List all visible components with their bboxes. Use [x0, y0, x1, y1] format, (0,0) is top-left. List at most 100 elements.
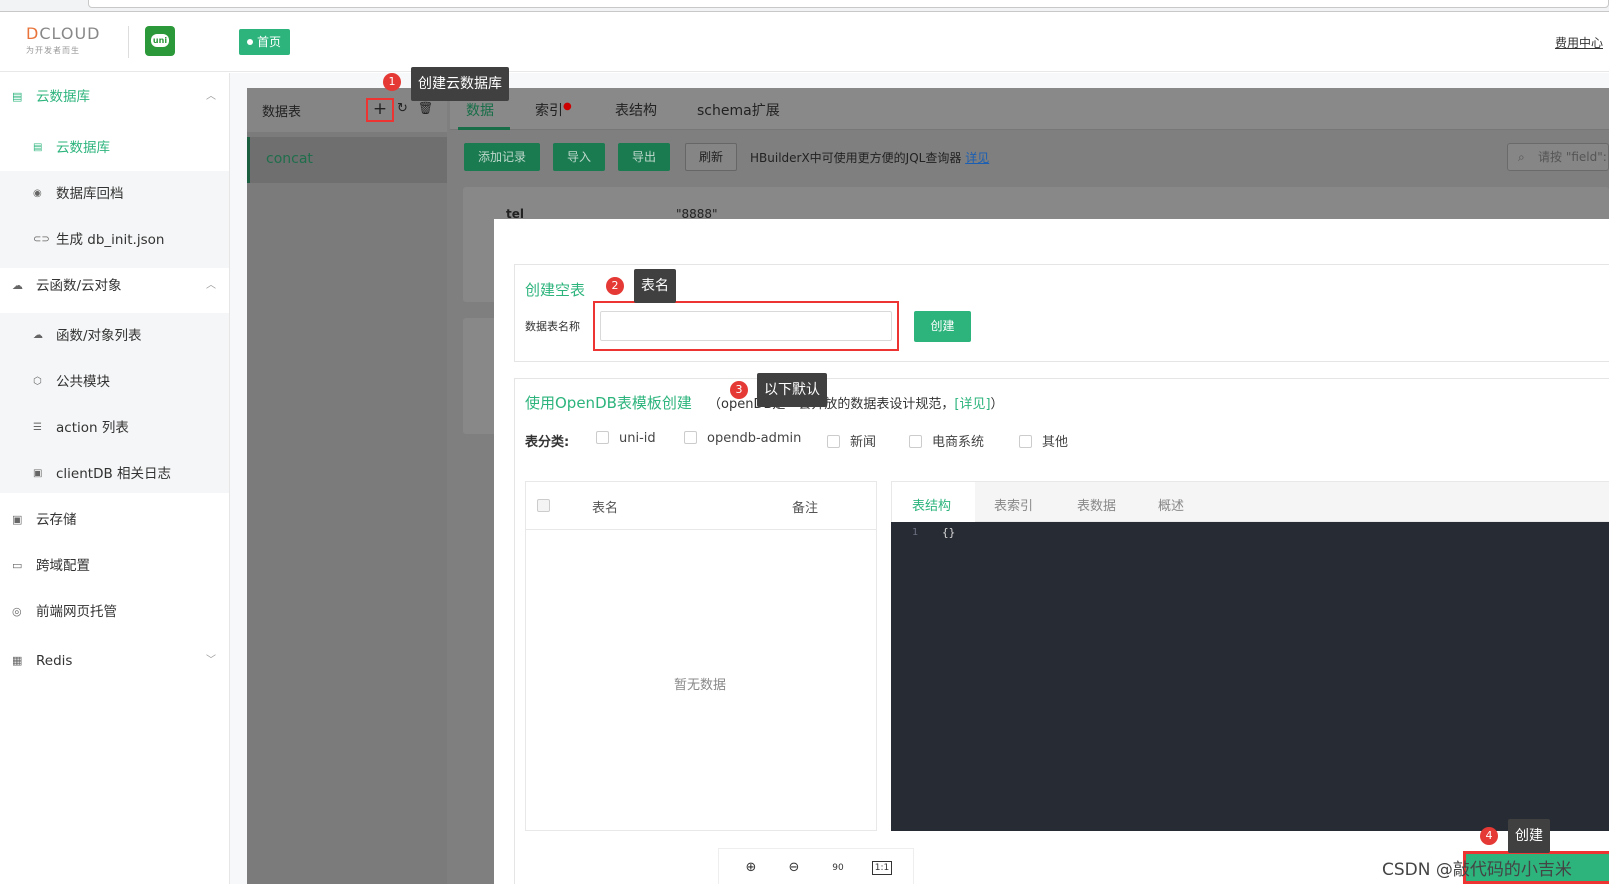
top-header: DCLOUD 为开发者而生 uni 首页 费用中心 [0, 12, 1609, 72]
tab-schema[interactable]: 表结构 [615, 100, 657, 120]
table-item-label: concat [266, 151, 313, 167]
preview-tab-index[interactable]: 表索引 [994, 495, 1033, 514]
menu-group-storage[interactable]: ▣ 云存储 [0, 497, 230, 543]
sidebar-item-label: 公共模块 [56, 374, 110, 390]
home-tab[interactable]: 首页 [239, 29, 291, 55]
create-empty-button[interactable]: 创建 [914, 311, 971, 342]
tables-title: 数据表 [262, 105, 302, 120]
checkbox[interactable] [1019, 435, 1032, 448]
sidebar-item-clientdb-log[interactable]: ▣ clientDB 相关日志 [0, 451, 229, 497]
chevron-up-icon: ︿ [206, 280, 216, 291]
category-ecommerce[interactable]: 电商系统 [909, 431, 984, 450]
category-label-text: opendb-admin [707, 431, 802, 446]
sidebar-item-label: 云数据库 [56, 140, 110, 156]
annotation-badge-3: 3 [730, 381, 748, 399]
code-editor[interactable] [891, 522, 1609, 831]
code-text: {} [942, 526, 956, 539]
sidebar-item-function-list[interactable]: ☁ 函数/对象列表 [0, 313, 229, 359]
add-table-button[interactable]: + [366, 98, 394, 122]
database-icon: ▤ [12, 90, 23, 103]
sidebar: ▤ 云数据库 ︿ ▤ 云数据库 ◉ 数据库回档 ⊂⊃ 生成 db_init.js… [0, 73, 230, 884]
home-tab-label: 首页 [257, 35, 282, 49]
table-name-label: 数据表名称 [525, 320, 580, 333]
logo-subtitle: 为开发者而生 [26, 46, 80, 55]
category-opendb-admin[interactable]: opendb-admin [684, 431, 801, 446]
checkbox[interactable] [684, 431, 697, 444]
cube-icon: ⬡ [33, 376, 42, 387]
chevron-up-icon: ︿ [206, 91, 216, 102]
tab-data[interactable]: 数据 [466, 100, 494, 120]
uni-logo[interactable]: uni [145, 26, 175, 56]
menu-group-label: Redis [36, 653, 73, 669]
menu-group-cloud-db[interactable]: ▤ 云数据库 ︿ [0, 74, 230, 120]
zoom-in-icon[interactable]: ⊕ [741, 858, 761, 878]
annotation-badge-2: 2 [606, 277, 624, 295]
empty-state-text: 暂无数据 [674, 678, 727, 693]
fee-center-link[interactable]: 费用中心 [1555, 34, 1603, 51]
menu-group-label: 云函数/云对象 [36, 278, 122, 294]
add-record-button[interactable]: 添加记录 [464, 143, 541, 171]
checkbox[interactable] [827, 435, 840, 448]
opendb-detail-link[interactable]: [详见] [954, 397, 990, 412]
line-number: 1 [912, 527, 919, 538]
preview-tab-overview[interactable]: 概述 [1158, 495, 1184, 514]
menu-group-redis[interactable]: ▦ Redis ﹀ [0, 638, 230, 684]
column-header-name: 表名 [592, 501, 619, 516]
actual-size-icon[interactable]: 1:1 [872, 861, 892, 875]
sidebar-item-cloud-db[interactable]: ▤ 云数据库 [0, 125, 229, 171]
search-input[interactable]: ⌕ 请按 "field": [1507, 143, 1609, 171]
import-button[interactable]: 导入 [553, 143, 606, 171]
logo-word: DCLOUD [26, 24, 101, 43]
table-item-concat[interactable]: concat [247, 137, 447, 183]
address-bar[interactable] [88, 0, 1609, 8]
annotation-tip-4: 创建 [1508, 819, 1550, 853]
dot-icon [247, 39, 253, 45]
sidebar-item-label: action 列表 [56, 420, 129, 436]
preview-tab-schema[interactable]: 表结构 [912, 495, 951, 514]
dcloud-logo[interactable]: DCLOUD 为开发者而生 [26, 24, 118, 60]
rollback-icon: ◉ [33, 188, 42, 199]
sidebar-item-label: 函数/对象列表 [56, 328, 142, 344]
create-empty-title: 创建空表 [525, 281, 586, 299]
zoom-out-icon[interactable]: ⊖ [784, 858, 804, 878]
select-all-checkbox[interactable] [537, 499, 550, 512]
database-icon: ▤ [33, 142, 43, 153]
annotation-badge-1: 1 [383, 73, 401, 91]
tab-index[interactable]: 索引● [535, 100, 572, 120]
menu-group-cloud-function[interactable]: ☁ 云函数/云对象 ︿ [0, 263, 230, 309]
export-button[interactable]: 导出 [618, 143, 671, 171]
category-other[interactable]: 其他 [1019, 431, 1068, 450]
preview-tab-data[interactable]: 表数据 [1077, 495, 1116, 514]
annotation-badge-4: 4 [1480, 827, 1498, 845]
monitor-icon: ▭ [12, 559, 23, 572]
opendb-desc-suffix: ） [990, 397, 1004, 412]
checkbox[interactable] [596, 431, 609, 444]
sidebar-item-label: 生成 db_init.json [56, 232, 165, 248]
jql-hint-link[interactable]: 详见 [965, 151, 989, 165]
actual-size-label: 1:1 [874, 863, 890, 873]
opendb-description: （openDB是一套开放的数据表设计规范，[详见]） [708, 393, 1004, 412]
sidebar-item-label: clientDB 相关日志 [56, 466, 172, 482]
sidebar-item-action-list[interactable]: ☰ action 列表 [0, 405, 229, 451]
category-uni-id[interactable]: uni-id [596, 431, 656, 446]
cloud-icon: ☁ [12, 279, 23, 292]
trash-icon[interactable]: 🗑 [418, 101, 433, 115]
sidebar-item-db-init[interactable]: ⊂⊃ 生成 db_init.json [0, 217, 229, 263]
refresh-icon[interactable]: ↻ [397, 101, 408, 116]
menu-group-label: 前端网页托管 [36, 604, 117, 620]
menu-group-cors[interactable]: ▭ 跨域配置 [0, 543, 230, 589]
menu-group-webhost[interactable]: ◎ 前端网页托管 [0, 589, 230, 635]
tab-index-label: 索引 [535, 103, 563, 119]
table-name-highlight [593, 301, 899, 351]
refresh-button[interactable]: 刷新 [685, 143, 738, 171]
checkbox[interactable] [909, 435, 922, 448]
uni-badge-text: uni [151, 34, 169, 47]
annotation-tip-2: 表名 [634, 269, 676, 303]
tab-schema-ext[interactable]: schema扩展 [697, 100, 780, 120]
sidebar-item-common-module[interactable]: ⬡ 公共模块 [0, 359, 229, 405]
tab-active-underline [458, 127, 510, 130]
opendb-title: 使用OpenDB表模板创建 [525, 394, 692, 412]
category-news[interactable]: 新闻 [827, 431, 876, 450]
rotate-icon[interactable]: 90 [828, 858, 848, 878]
sidebar-item-rollback[interactable]: ◉ 数据库回档 [0, 171, 229, 217]
